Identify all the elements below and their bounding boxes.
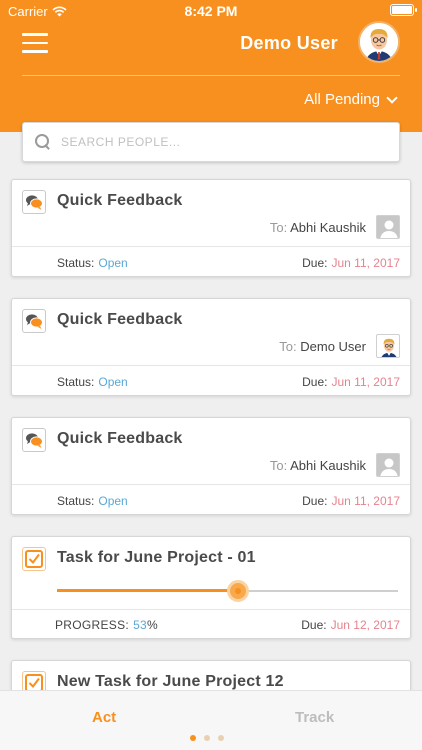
card-divider [12, 365, 410, 366]
tab-track[interactable]: Track [295, 709, 334, 726]
cartoon-man-avatar-icon [360, 23, 398, 61]
card-divider [12, 246, 410, 247]
header-user-name: Demo User [240, 33, 338, 53]
tab-act[interactable]: Act [92, 709, 116, 726]
card-title: New Task for June Project 12 [57, 673, 284, 690]
search-input[interactable] [61, 135, 399, 149]
card-title: Quick Feedback [57, 192, 183, 209]
app-header: Carrier 8:42 PM Demo User All Pending [0, 0, 422, 132]
card-recipient: To: Abhi Kaushik [269, 220, 366, 235]
user-avatar[interactable] [358, 21, 400, 63]
card-due-date: Due: Jun 11, 2017 [302, 256, 400, 270]
page-dot[interactable] [190, 735, 196, 741]
filter-dropdown[interactable]: All Pending [304, 91, 398, 108]
clock: 8:42 PM [184, 3, 238, 19]
card-divider [12, 484, 410, 485]
card-due-date: Due: Jun 11, 2017 [302, 494, 400, 508]
person-avatar-icon [376, 453, 400, 477]
status-bar: Carrier 8:42 PM [0, 0, 422, 22]
feedback-card[interactable]: Quick Feedback To: Abhi Kaushik Status: O… [11, 417, 411, 515]
page-dot[interactable] [204, 735, 210, 741]
person-avatar-icon [376, 215, 400, 239]
checkbox-icon [22, 547, 46, 571]
page-dot[interactable] [218, 735, 224, 741]
progress-slider[interactable] [57, 580, 398, 602]
card-title: Quick Feedback [57, 311, 183, 328]
chat-bubbles-icon [22, 190, 46, 214]
card-title: Quick Feedback [57, 430, 183, 447]
card-divider [12, 609, 410, 610]
card-due-date: Due: Jun 11, 2017 [302, 375, 400, 389]
chat-bubbles-icon [22, 309, 46, 333]
feedback-card[interactable]: Quick Feedback To: Demo User Status: Open… [11, 298, 411, 396]
card-status: Status: Open [57, 494, 128, 508]
card-recipient: To: Abhi Kaushik [269, 458, 366, 473]
feedback-card[interactable]: Quick Feedback To: Abhi Kaushik Status: O… [11, 179, 411, 277]
card-status: Status: Open [57, 375, 128, 389]
card-status: Status: Open [57, 256, 128, 270]
bottom-tab-bar: Act Track [0, 690, 422, 750]
chat-bubbles-icon [22, 428, 46, 452]
page-indicator [190, 735, 224, 741]
slider-fill [57, 589, 238, 592]
card-due-date: Due: Jun 12, 2017 [301, 618, 400, 632]
battery-icon [390, 4, 417, 16]
progress-text: PROGRESS: 53% [55, 618, 158, 632]
card-recipient: To: Demo User [279, 339, 366, 354]
chevron-down-icon [386, 91, 398, 104]
hamburger-menu-icon[interactable] [22, 33, 48, 53]
demo-user-avatar-icon [376, 334, 400, 358]
card-title: Task for June Project - 01 [57, 549, 256, 566]
filter-label: All Pending [304, 91, 380, 108]
slider-thumb[interactable] [226, 580, 249, 602]
search-icon [35, 134, 51, 150]
header-divider [22, 75, 400, 76]
task-card[interactable]: Task for June Project - 01 PROGRESS: 53% … [11, 536, 411, 639]
search-bar[interactable] [22, 122, 400, 162]
